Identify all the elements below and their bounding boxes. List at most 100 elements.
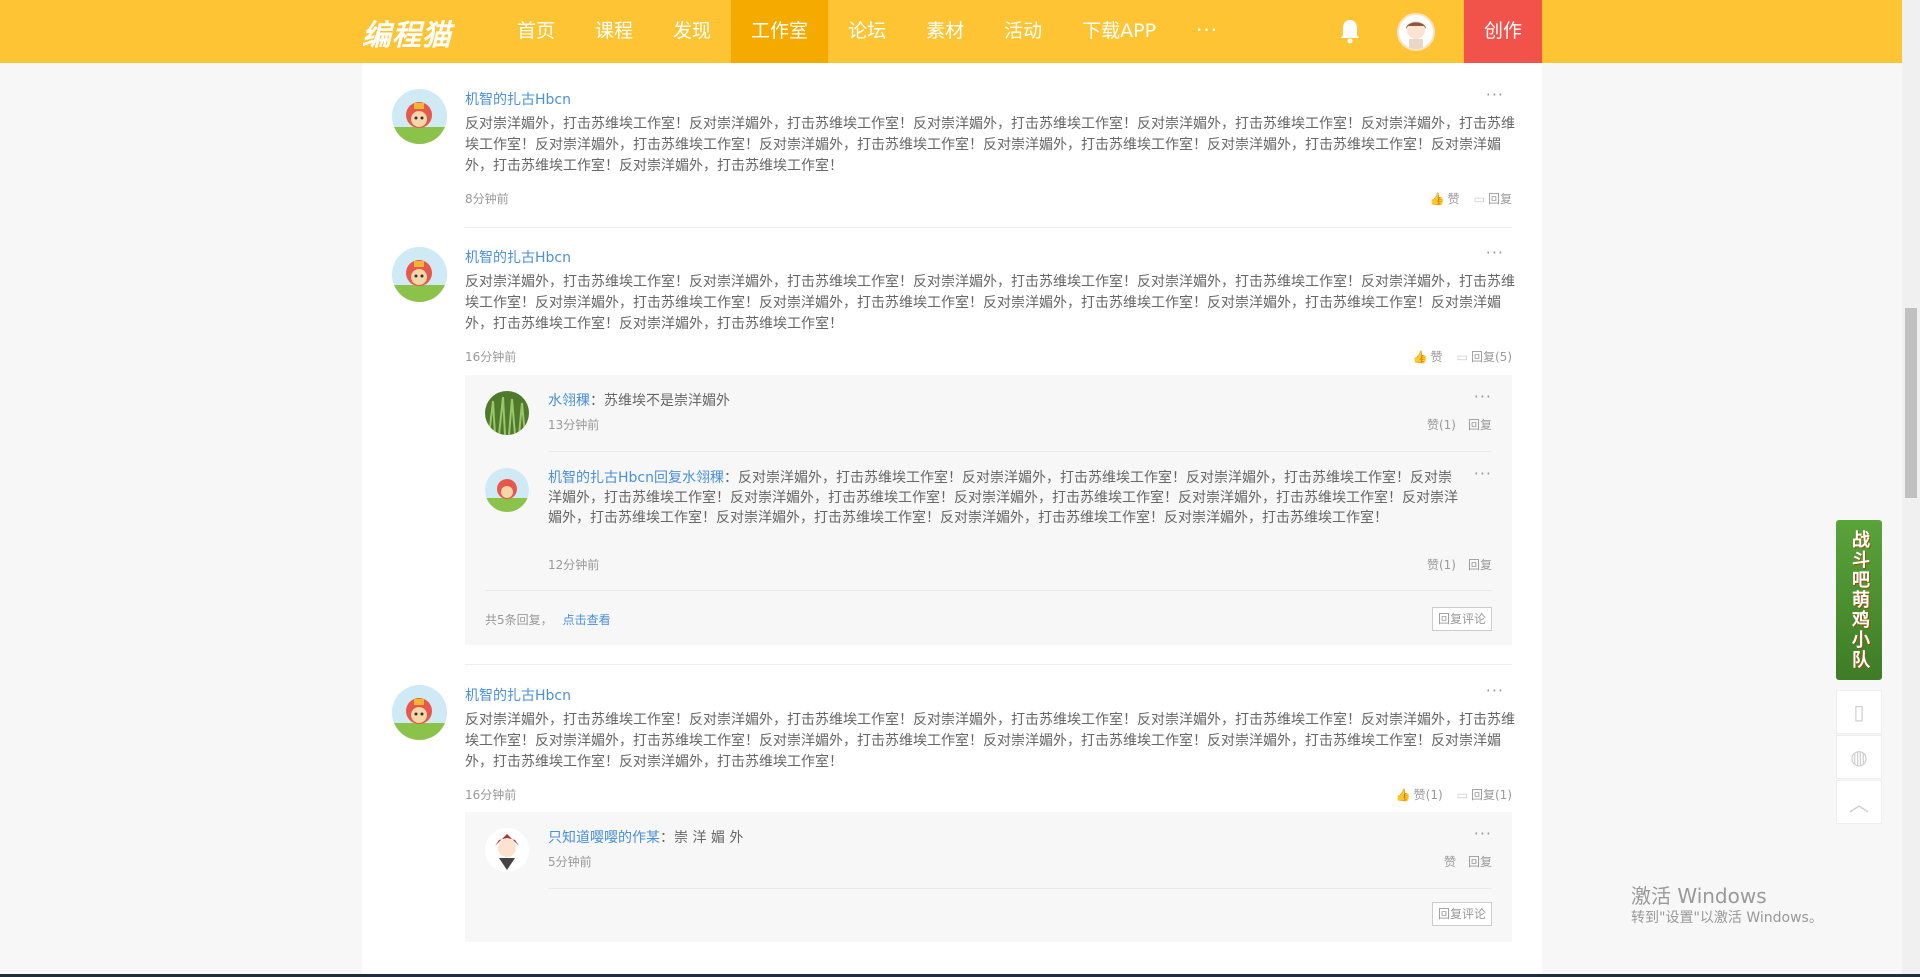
nav-more-icon[interactable]: ··· — [1176, 0, 1238, 63]
thumbs-up-icon: 👍 — [1395, 787, 1411, 802]
qq-icon[interactable]: ◍ — [1836, 735, 1882, 779]
thumbs-up-icon: 👍 — [1412, 349, 1428, 364]
comment-divider — [465, 227, 1512, 228]
comment-text: 反对崇洋媚外，打击苏维埃工作室！反对崇洋媚外，打击苏维埃工作室！反对崇洋媚外，打… — [465, 116, 1515, 174]
comments-panel: 机智的扎古Hbcn ··· 反对崇洋媚外，打击苏维埃工作室！反对崇洋媚外，打击苏… — [362, 63, 1542, 977]
mascot-avatar-image — [485, 468, 529, 512]
comment-text: 反对崇洋媚外，打击苏维埃工作室！反对崇洋媚外，打击苏维埃工作室！反对崇洋媚外，打… — [465, 712, 1515, 770]
nav-materials[interactable]: 素材 — [906, 0, 984, 63]
commenter-name[interactable]: 机智的扎古Hbcn — [465, 247, 571, 267]
user-avatar-image — [1406, 21, 1426, 49]
nav-events[interactable]: 活动 — [984, 0, 1062, 63]
speech-bubble-icon: ▭ — [1473, 191, 1485, 206]
reply-actions: 赞(1) 回复 — [1427, 416, 1492, 433]
user-avatar[interactable] — [1397, 13, 1435, 51]
more-options-icon[interactable]: ··· — [1486, 681, 1504, 700]
anime-avatar-image — [485, 828, 529, 872]
reply-actions: 赞 回复 — [1444, 853, 1492, 870]
comment-time: 16分钟前 — [465, 350, 517, 364]
speech-bubble-icon: ▭ — [1456, 787, 1468, 802]
commenter-avatar[interactable] — [392, 685, 447, 740]
nav-home[interactable]: 首页 — [497, 0, 575, 63]
more-options-icon[interactable]: ··· — [1474, 824, 1492, 843]
like-button[interactable]: 赞 — [1444, 853, 1456, 870]
windows-activation-title: 激活 Windows — [1631, 884, 1767, 908]
comment-item: 机智的扎古Hbcn ··· 反对崇洋媚外，打击苏维埃工作室！反对崇洋媚外，打击苏… — [392, 85, 1515, 209]
comment-time: 8分钟前 — [465, 192, 509, 206]
reply-comment-button[interactable]: 回复评论 — [1432, 607, 1492, 631]
speech-bubble-icon: ▭ — [1456, 349, 1468, 364]
top-navbar: 编程猫 首页 课程 发现 工作室 论坛 素材 活动 下载APP ··· 创作 — [0, 0, 1902, 63]
windows-activation-subtitle: 转到"设置"以激活 Windows。 — [1631, 910, 1823, 926]
commenter-name[interactable]: 机智的扎古Hbcn — [465, 89, 571, 109]
commenter-avatar[interactable] — [392, 247, 447, 302]
navbar-inner: 编程猫 首页 课程 发现 工作室 论坛 素材 活动 下载APP ··· 创作 — [362, 0, 1542, 63]
mascot-avatar-image — [392, 89, 447, 144]
like-button[interactable]: 👍 赞 — [1430, 190, 1460, 207]
notification-bell-icon[interactable] — [1339, 18, 1361, 44]
reply-content: 水翎稞：苏维埃不是崇洋媚外 — [548, 393, 730, 409]
reply-button[interactable]: 回复 — [1468, 556, 1492, 573]
reply-item: 只知道嘤嘤的作某：崇 洋 媚 外 ··· 5分钟前 赞 回复 — [485, 824, 1492, 888]
reply-to-name[interactable]: 水翎稞 — [682, 470, 724, 486]
game-ad-banner[interactable]: 战斗吧萌鸡小队 — [1836, 520, 1882, 680]
scrollbar-thumb[interactable] — [1905, 308, 1917, 498]
more-options-icon[interactable]: ··· — [1486, 85, 1504, 104]
like-button[interactable]: 👍 赞(1) — [1396, 786, 1443, 803]
main-nav: 首页 课程 发现 工作室 论坛 素材 活动 下载APP ··· — [497, 0, 1238, 63]
replies-panel: 水翎稞：苏维埃不是崇洋媚外 ··· 13分钟前 赞(1) 回复 机智的扎古Hbc… — [465, 375, 1512, 645]
reply-button[interactable]: ▭ 回复(1) — [1457, 786, 1512, 803]
replies-panel: 只知道嘤嘤的作某：崇 洋 媚 外 ··· 5分钟前 赞 回复 回复评论 — [465, 812, 1512, 942]
reply-button[interactable]: ▭ 回复 — [1474, 190, 1512, 207]
reply-content: 机智的扎古Hbcn回复水翎稞：反对崇洋媚外，打击苏维埃工作室！反对崇洋媚外，打击… — [548, 470, 1458, 526]
reply-divider — [485, 590, 1492, 591]
mascot-avatar-image — [392, 247, 447, 302]
comment-item: 机智的扎古Hbcn ··· 反对崇洋媚外，打击苏维埃工作室！反对崇洋媚外，打击苏… — [392, 243, 1515, 367]
reply-button[interactable]: 回复 — [1468, 853, 1492, 870]
view-all-replies-link[interactable]: 点击查看 — [563, 613, 611, 627]
replier-name[interactable]: 水翎稞 — [548, 393, 590, 409]
commenter-avatar[interactable] — [392, 89, 447, 144]
comment-actions: 👍 赞 ▭ 回复(5) — [1413, 348, 1512, 365]
replier-avatar[interactable] — [485, 391, 529, 435]
reply-time: 13分钟前 — [548, 418, 600, 432]
replies-summary: 共5条回复， 点击查看 — [485, 613, 611, 627]
reply-button[interactable]: 回复 — [1468, 416, 1492, 433]
reply-time: 12分钟前 — [548, 558, 600, 572]
replier-avatar[interactable] — [485, 828, 529, 872]
nav-forum[interactable]: 论坛 — [828, 0, 906, 63]
site-logo[interactable]: 编程猫 — [362, 12, 452, 54]
reply-comment-button[interactable]: 回复评论 — [1432, 902, 1492, 926]
mobile-app-icon[interactable]: ▯ — [1836, 690, 1882, 734]
comment-time: 16分钟前 — [465, 788, 517, 802]
reply-divider — [548, 451, 1492, 452]
like-button[interactable]: 赞(1) — [1427, 416, 1456, 433]
replier-name[interactable]: 只知道嘤嘤的作某 — [548, 830, 660, 846]
reply-button[interactable]: ▭ 回复(5) — [1457, 348, 1512, 365]
replier-name[interactable]: 机智的扎古Hbcn — [548, 470, 654, 486]
more-options-icon[interactable]: ··· — [1474, 464, 1492, 483]
reply-time: 5分钟前 — [548, 855, 592, 869]
more-options-icon[interactable]: ··· — [1486, 243, 1504, 262]
nav-studio[interactable]: 工作室 — [731, 0, 829, 63]
comment-actions: 👍 赞 ▭ 回复 — [1430, 190, 1512, 207]
comment-item: 机智的扎古Hbcn ··· 反对崇洋媚外，打击苏维埃工作室！反对崇洋媚外，打击苏… — [392, 681, 1515, 805]
nav-download-app[interactable]: 下载APP — [1062, 0, 1176, 63]
thumbs-up-icon: 👍 — [1429, 191, 1445, 206]
replier-avatar[interactable] — [485, 468, 529, 512]
like-button[interactable]: 👍 赞 — [1413, 348, 1443, 365]
comment-text: 反对崇洋媚外，打击苏维埃工作室！反对崇洋媚外，打击苏维埃工作室！反对崇洋媚外，打… — [465, 274, 1515, 332]
reply-divider — [548, 888, 1492, 889]
comment-divider — [465, 664, 1512, 665]
like-button[interactable]: 赞(1) — [1427, 556, 1456, 573]
back-to-top-icon[interactable]: ︿ — [1836, 780, 1882, 824]
nav-discover[interactable]: 发现 — [653, 0, 731, 63]
nav-courses[interactable]: 课程 — [575, 0, 653, 63]
vertical-scrollbar[interactable] — [1902, 0, 1920, 977]
commenter-name[interactable]: 机智的扎古Hbcn — [465, 685, 571, 705]
more-options-icon[interactable]: ··· — [1474, 387, 1492, 406]
comment-actions: 👍 赞(1) ▭ 回复(1) — [1396, 786, 1512, 803]
reply-content: 只知道嘤嘤的作某：崇 洋 媚 外 — [548, 830, 744, 846]
create-button[interactable]: 创作 — [1464, 0, 1542, 63]
reply-actions: 赞(1) 回复 — [1427, 556, 1492, 573]
